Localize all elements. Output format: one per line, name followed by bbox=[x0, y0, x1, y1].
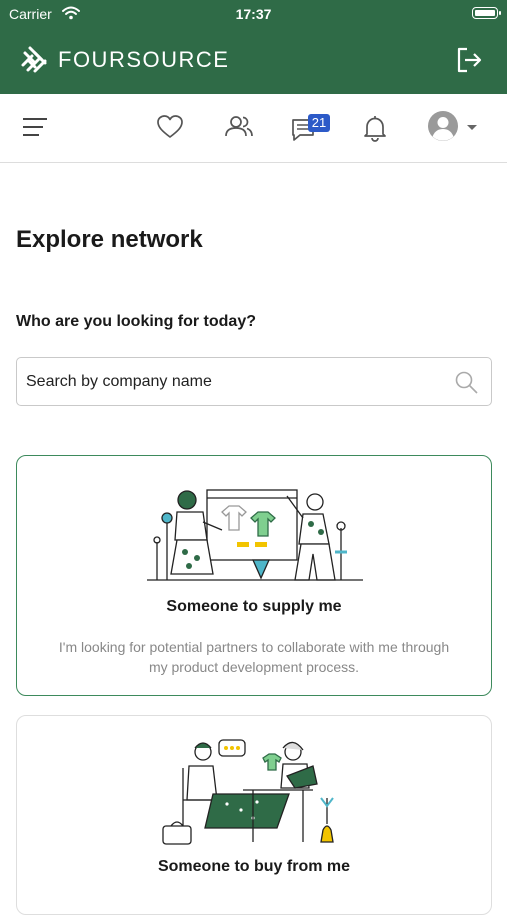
search-input[interactable] bbox=[17, 357, 453, 406]
app-screen: Carrier 17:37 FOURSOURCE 21 Explore netw… bbox=[0, 0, 507, 915]
chevron-down-icon[interactable] bbox=[466, 124, 478, 132]
brand: FOURSOURCE bbox=[20, 44, 229, 76]
buy-illustration bbox=[162, 739, 334, 845]
supply-illustration bbox=[147, 489, 363, 581]
section-question: Who are you looking for today? bbox=[16, 313, 256, 330]
menu-icon[interactable] bbox=[22, 116, 48, 138]
logout-icon[interactable] bbox=[455, 46, 483, 74]
brand-name: FOURSOURCE bbox=[58, 47, 230, 72]
buyer-option-card[interactable]: Someone to buy from me bbox=[16, 715, 492, 915]
messages-count-badge: 21 bbox=[308, 114, 330, 132]
supplier-option-card[interactable]: Someone to supply me I'm looking for pot… bbox=[16, 455, 492, 696]
status-bar: Carrier 17:37 bbox=[0, 0, 507, 28]
page-title: Explore network bbox=[16, 226, 203, 253]
battery-icon bbox=[472, 7, 501, 19]
card-description: I'm looking for potential partners to co… bbox=[58, 639, 450, 675]
card-title: Someone to buy from me bbox=[157, 858, 351, 875]
avatar[interactable] bbox=[427, 110, 459, 142]
people-icon[interactable] bbox=[224, 114, 254, 140]
heart-icon[interactable] bbox=[156, 114, 184, 140]
clock: 17:37 bbox=[235, 6, 272, 22]
app-header: Carrier 17:37 FOURSOURCE bbox=[0, 0, 507, 94]
bell-icon[interactable] bbox=[362, 114, 388, 142]
foursource-logo-icon bbox=[21, 46, 47, 73]
nav-toolbar: 21 bbox=[0, 94, 507, 163]
search-box[interactable] bbox=[16, 357, 492, 406]
card-title: Someone to supply me bbox=[166, 598, 342, 615]
search-icon[interactable] bbox=[453, 369, 479, 395]
